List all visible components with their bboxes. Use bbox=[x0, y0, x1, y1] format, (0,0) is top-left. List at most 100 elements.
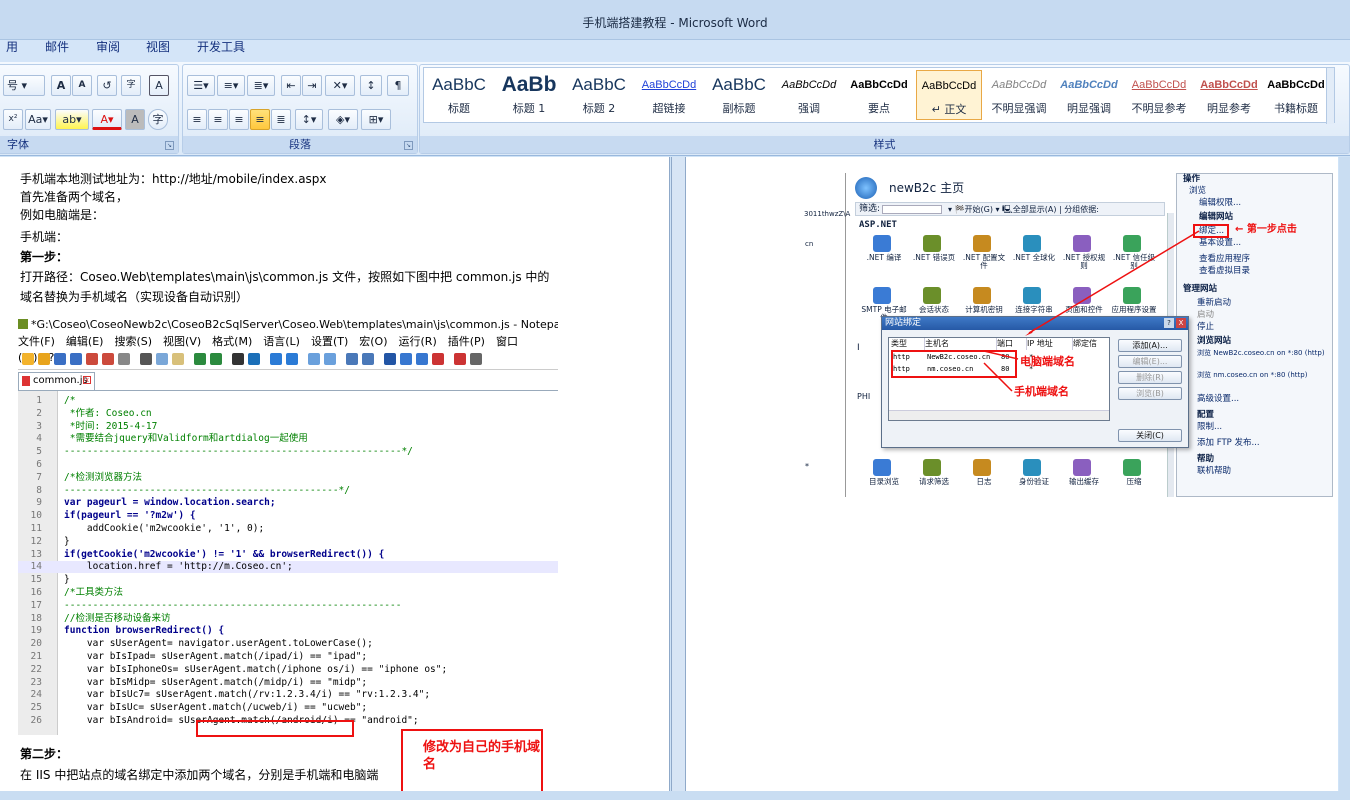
stop-record-icon[interactable] bbox=[454, 353, 466, 365]
tab-developer[interactable]: 开发工具 bbox=[197, 40, 245, 54]
iis-feature-label[interactable]: .NET 编译 bbox=[861, 254, 907, 262]
multilevel-list-button[interactable]: ≣▾ bbox=[247, 75, 275, 96]
save-all-icon[interactable] bbox=[70, 353, 82, 365]
redo-icon[interactable] bbox=[210, 353, 222, 365]
code-line[interactable]: 3 *时间: 2015-4-17 bbox=[18, 421, 558, 433]
style-title[interactable]: AaBbC 标题 bbox=[426, 70, 492, 120]
style-emphasis[interactable]: AaBbCcDd 强调 bbox=[776, 70, 842, 120]
code-line[interactable]: 18 //检测是否移动设备来访 bbox=[18, 613, 558, 625]
style-subtle-reference[interactable]: AaBbCcDd 不明显参考 bbox=[1126, 70, 1192, 120]
undo-icon[interactable] bbox=[194, 353, 206, 365]
tab-close-icon[interactable]: x bbox=[83, 376, 91, 384]
shading-button[interactable]: ◈▾ bbox=[328, 109, 358, 130]
sync-v-icon[interactable] bbox=[308, 353, 320, 365]
iis-feature-label[interactable]: 会话状态 bbox=[911, 306, 957, 314]
iis-feature-label[interactable]: 日志 bbox=[961, 478, 1007, 486]
iis-feature-icon[interactable] bbox=[1123, 459, 1141, 476]
tab-mailings[interactable]: 邮件 bbox=[45, 40, 69, 54]
copy-icon[interactable] bbox=[156, 353, 168, 365]
add-binding-button[interactable]: 添加(A)... bbox=[1118, 339, 1182, 352]
style-gallery-scroll[interactable] bbox=[1326, 68, 1334, 124]
iis-feature-icon[interactable] bbox=[923, 459, 941, 476]
iis-feature-icon[interactable] bbox=[923, 235, 941, 252]
borders-button[interactable]: ⊞▾ bbox=[361, 109, 391, 130]
iis-feature-icon[interactable] bbox=[873, 459, 891, 476]
save-icon[interactable] bbox=[54, 353, 66, 365]
code-line[interactable]: 5 ---------------------------------------… bbox=[18, 446, 558, 458]
iis-feature-label[interactable]: 计算机密钥 bbox=[961, 306, 1007, 314]
style-intense-emphasis[interactable]: AaBbCcDd 明显强调 bbox=[1056, 70, 1122, 120]
align-center-button[interactable]: ≡ bbox=[208, 109, 228, 130]
highlight-button[interactable]: ab▾ bbox=[55, 109, 89, 130]
justify-button[interactable]: ≡ bbox=[250, 109, 270, 130]
tab-review[interactable]: 审阅 bbox=[96, 40, 120, 54]
code-line[interactable]: 6 bbox=[18, 459, 558, 471]
record-macro-icon[interactable] bbox=[432, 353, 444, 365]
iis-feature-icon[interactable] bbox=[973, 235, 991, 252]
char-border-button[interactable]: A bbox=[149, 75, 169, 96]
code-line[interactable]: 14 location.href = 'http://m.Coseo.cn'; bbox=[18, 561, 558, 574]
action-online-help[interactable]: 联机帮助 bbox=[1197, 466, 1231, 477]
doc-map-icon[interactable] bbox=[416, 353, 428, 365]
col-binding-info[interactable]: 绑定信 bbox=[1073, 338, 1109, 350]
print-icon[interactable] bbox=[118, 353, 130, 365]
style-normal[interactable]: AaBbCcDd ↵ 正文 bbox=[916, 70, 982, 120]
cut-icon[interactable] bbox=[140, 353, 152, 365]
align-right-button[interactable]: ≡ bbox=[229, 109, 249, 130]
find-icon[interactable] bbox=[232, 353, 244, 365]
np-menu-macro[interactable]: 宏(O) bbox=[359, 335, 387, 348]
sync-h-icon[interactable] bbox=[324, 353, 336, 365]
iis-feature-icon[interactable] bbox=[873, 287, 891, 304]
code-line[interactable]: 20 var sUserAgent= navigator.userAgent.t… bbox=[18, 638, 558, 650]
code-line[interactable]: 21 var bIsIpad= sUserAgent.match(/ipad/i… bbox=[18, 651, 558, 663]
zoom-in-icon[interactable] bbox=[270, 353, 282, 365]
code-line[interactable]: 1 /* bbox=[18, 395, 558, 407]
change-case-button[interactable]: Aa▾ bbox=[25, 109, 51, 130]
grow-font-button[interactable]: A bbox=[51, 75, 71, 96]
iis-feature-icon[interactable] bbox=[1073, 459, 1091, 476]
close-all-icon[interactable] bbox=[102, 353, 114, 365]
close-file-icon[interactable] bbox=[86, 353, 98, 365]
shrink-font-button[interactable]: A bbox=[72, 75, 92, 96]
code-line[interactable]: 11 addCookie('m2wcookie', '1', 0); bbox=[18, 523, 558, 535]
col-type[interactable]: 类型 bbox=[891, 338, 925, 350]
action-basic-settings[interactable]: 基本设置... bbox=[1199, 238, 1241, 249]
replace-icon[interactable] bbox=[248, 353, 260, 365]
asian-layout-button[interactable]: ✕▾ bbox=[325, 75, 355, 96]
style-strong[interactable]: AaBbCcDd 要点 bbox=[846, 70, 912, 120]
browse-binding-button[interactable]: 浏览(B) bbox=[1118, 387, 1182, 400]
code-line[interactable]: 4 *需要结合jquery和Validform和artdialog一起使用 bbox=[18, 433, 558, 445]
code-line[interactable]: 17 --------------------------------------… bbox=[18, 600, 558, 612]
action-view-vdirs[interactable]: 查看虚拟目录 bbox=[1199, 266, 1250, 277]
show-all-chars-icon[interactable] bbox=[362, 353, 374, 365]
np-menu-run[interactable]: 运行(R) bbox=[399, 335, 437, 348]
iis-feature-icon[interactable] bbox=[973, 459, 991, 476]
iis-filter-controls[interactable]: ▾ 🏁开始(G) ▾ 🖳全部显示(A) | 分组依据: bbox=[948, 204, 1099, 215]
np-menu-view[interactable]: 视图(V) bbox=[163, 335, 201, 348]
code-line[interactable]: 13 if(getCookie('m2wcookie') != '1' && br… bbox=[18, 549, 558, 561]
action-browse[interactable]: 浏览 bbox=[1189, 186, 1206, 197]
code-line[interactable]: 25 var bIsUc= sUserAgent.match(/ucweb/i)… bbox=[18, 702, 558, 714]
align-left-button[interactable]: ≡ bbox=[187, 109, 207, 130]
iis-feature-icon[interactable] bbox=[873, 235, 891, 252]
open-file-icon[interactable] bbox=[38, 353, 50, 365]
clear-format-icon[interactable]: ↺ bbox=[97, 75, 117, 96]
iis-feature-label[interactable]: 目录浏览 bbox=[861, 478, 907, 486]
iis-tree-node[interactable]: 3011thwzZ\A bbox=[804, 209, 850, 220]
code-line[interactable]: 22 var bIsIphoneOs= sUserAgent.match(/ip… bbox=[18, 664, 558, 676]
style-subtle-emphasis[interactable]: AaBbCcDd 不明显强调 bbox=[986, 70, 1052, 120]
style-book-title[interactable]: AaBbCcDd 书籍标题 bbox=[1266, 70, 1326, 120]
code-line[interactable]: 19 function browserRedirect() { bbox=[18, 625, 558, 637]
code-line[interactable]: 8 ---------------------------------------… bbox=[18, 485, 558, 497]
code-line[interactable]: 15} bbox=[18, 574, 558, 586]
col-ip[interactable]: IP 地址 bbox=[1027, 338, 1073, 350]
superscript-button[interactable]: x² bbox=[3, 109, 23, 130]
iis-feature-label[interactable]: 压缩 bbox=[1111, 478, 1157, 486]
indent-guide-icon[interactable] bbox=[384, 353, 396, 365]
np-menu-language[interactable]: 语言(L) bbox=[263, 335, 300, 348]
line-spacing-button[interactable]: ↕▾ bbox=[295, 109, 323, 130]
code-line[interactable]: 16 /*工具类方法 bbox=[18, 587, 558, 599]
style-subtitle[interactable]: AaBbC 副标题 bbox=[706, 70, 772, 120]
edit-binding-button[interactable]: 编辑(E)... bbox=[1118, 355, 1182, 368]
word-wrap-icon[interactable] bbox=[346, 353, 358, 365]
